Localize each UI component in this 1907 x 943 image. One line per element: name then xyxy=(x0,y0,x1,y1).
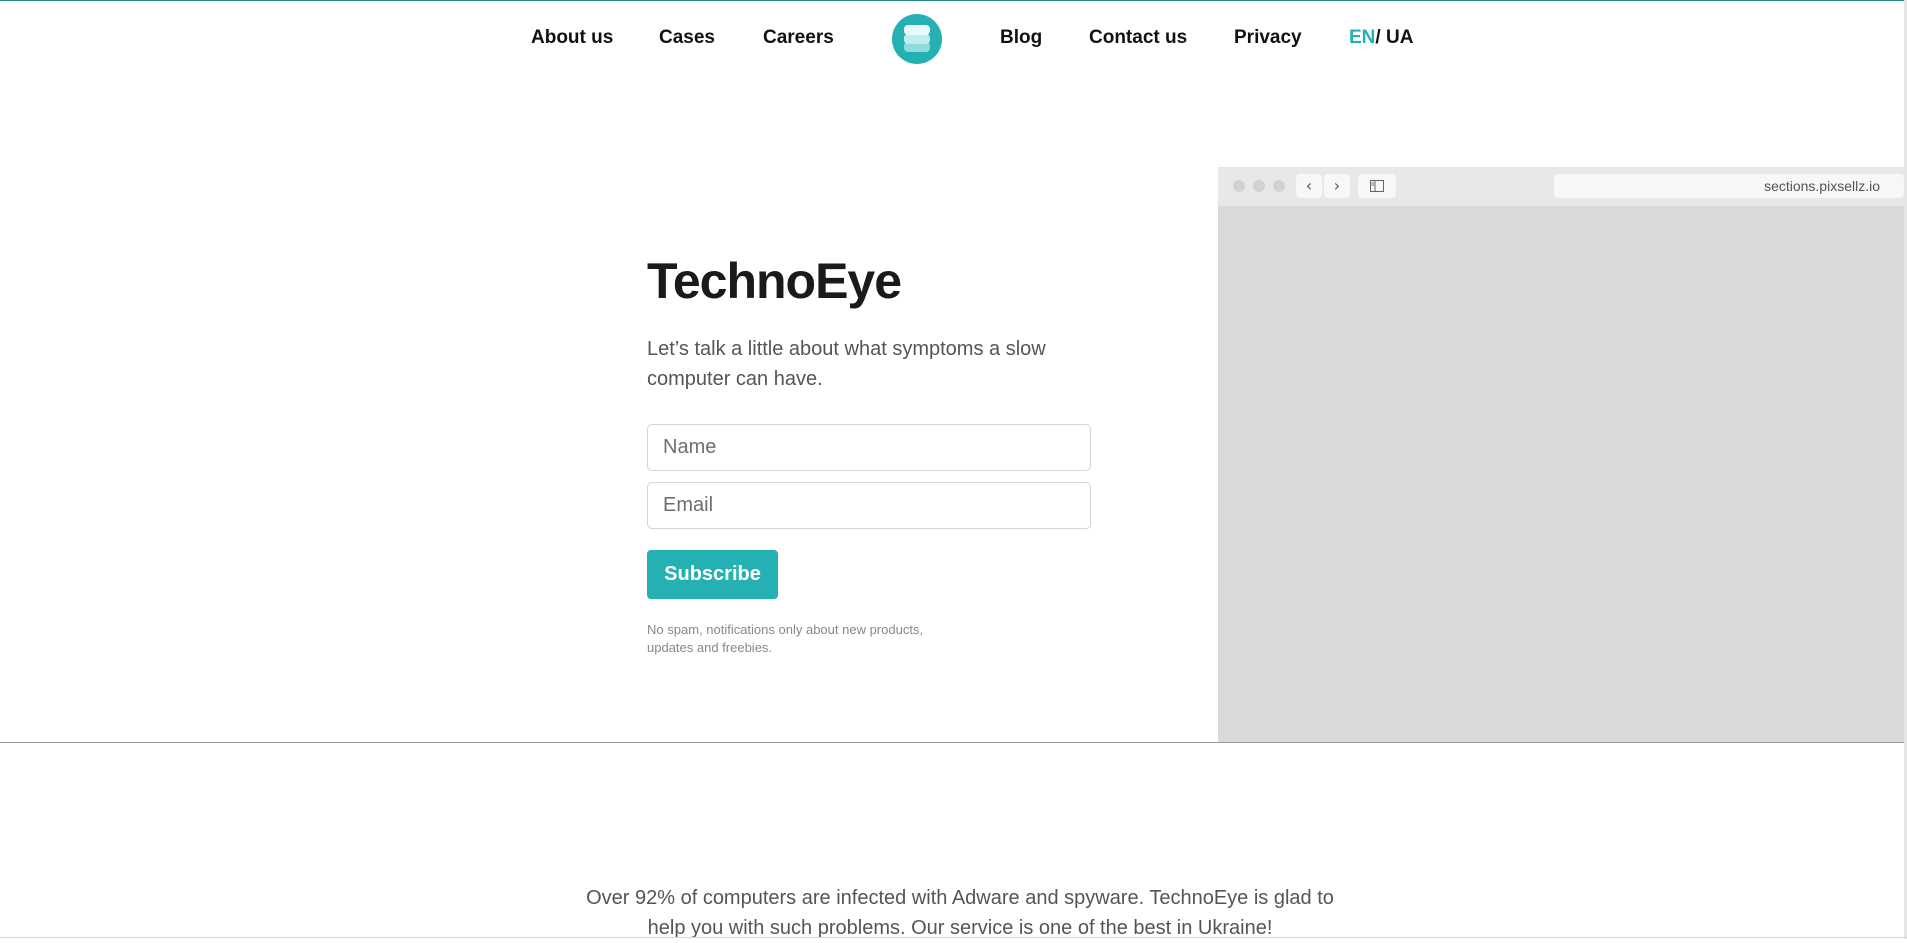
no-spam-note: No spam, notifications only about new pr… xyxy=(647,622,924,655)
window-maximize-dot xyxy=(1273,180,1285,192)
window-minimize-dot xyxy=(1253,180,1265,192)
lang-ua-link[interactable]: UA xyxy=(1381,27,1413,48)
browser-mockup: ‹ › sections.pixsellz.io xyxy=(1218,167,1904,743)
section-divider xyxy=(0,742,1907,743)
logo-layer-middle xyxy=(904,34,930,44)
hero-subtitle: Let’s talk a little about what symptoms … xyxy=(647,338,1046,390)
nav-careers-link[interactable]: Careers xyxy=(763,27,834,49)
language-switcher: EN/ UA xyxy=(1349,27,1413,49)
bottom-edge-line xyxy=(0,937,1907,938)
sidebar-toggle-icon[interactable] xyxy=(1358,174,1396,198)
chevron-left-icon[interactable]: ‹ xyxy=(1296,174,1322,198)
browser-toolbar: ‹ › sections.pixsellz.io xyxy=(1218,167,1904,206)
name-input[interactable] xyxy=(647,424,1091,471)
url-bar[interactable]: sections.pixsellz.io xyxy=(1554,174,1904,198)
window-close-dot xyxy=(1233,180,1245,192)
logo-layer-top xyxy=(904,25,930,35)
subscribe-button[interactable]: Subscribe xyxy=(647,550,778,599)
nav-cases-link[interactable]: Cases xyxy=(659,27,715,49)
lang-en-link[interactable]: EN xyxy=(1349,27,1375,48)
nav-about-link[interactable]: About us xyxy=(531,27,613,49)
nav-contact-link[interactable]: Contact us xyxy=(1089,27,1187,49)
main-nav: About us Cases Careers Blog Contact us P… xyxy=(0,0,1907,78)
nav-privacy-link[interactable]: Privacy xyxy=(1234,27,1302,49)
email-input[interactable] xyxy=(647,482,1091,529)
logo-icon[interactable] xyxy=(892,14,942,64)
hero-title: TechnoEye xyxy=(647,253,902,309)
about-text: Over 92% of computers are infected with … xyxy=(586,887,1334,939)
nav-blog-link[interactable]: Blog xyxy=(1000,27,1042,49)
chevron-right-icon[interactable]: › xyxy=(1324,174,1350,198)
